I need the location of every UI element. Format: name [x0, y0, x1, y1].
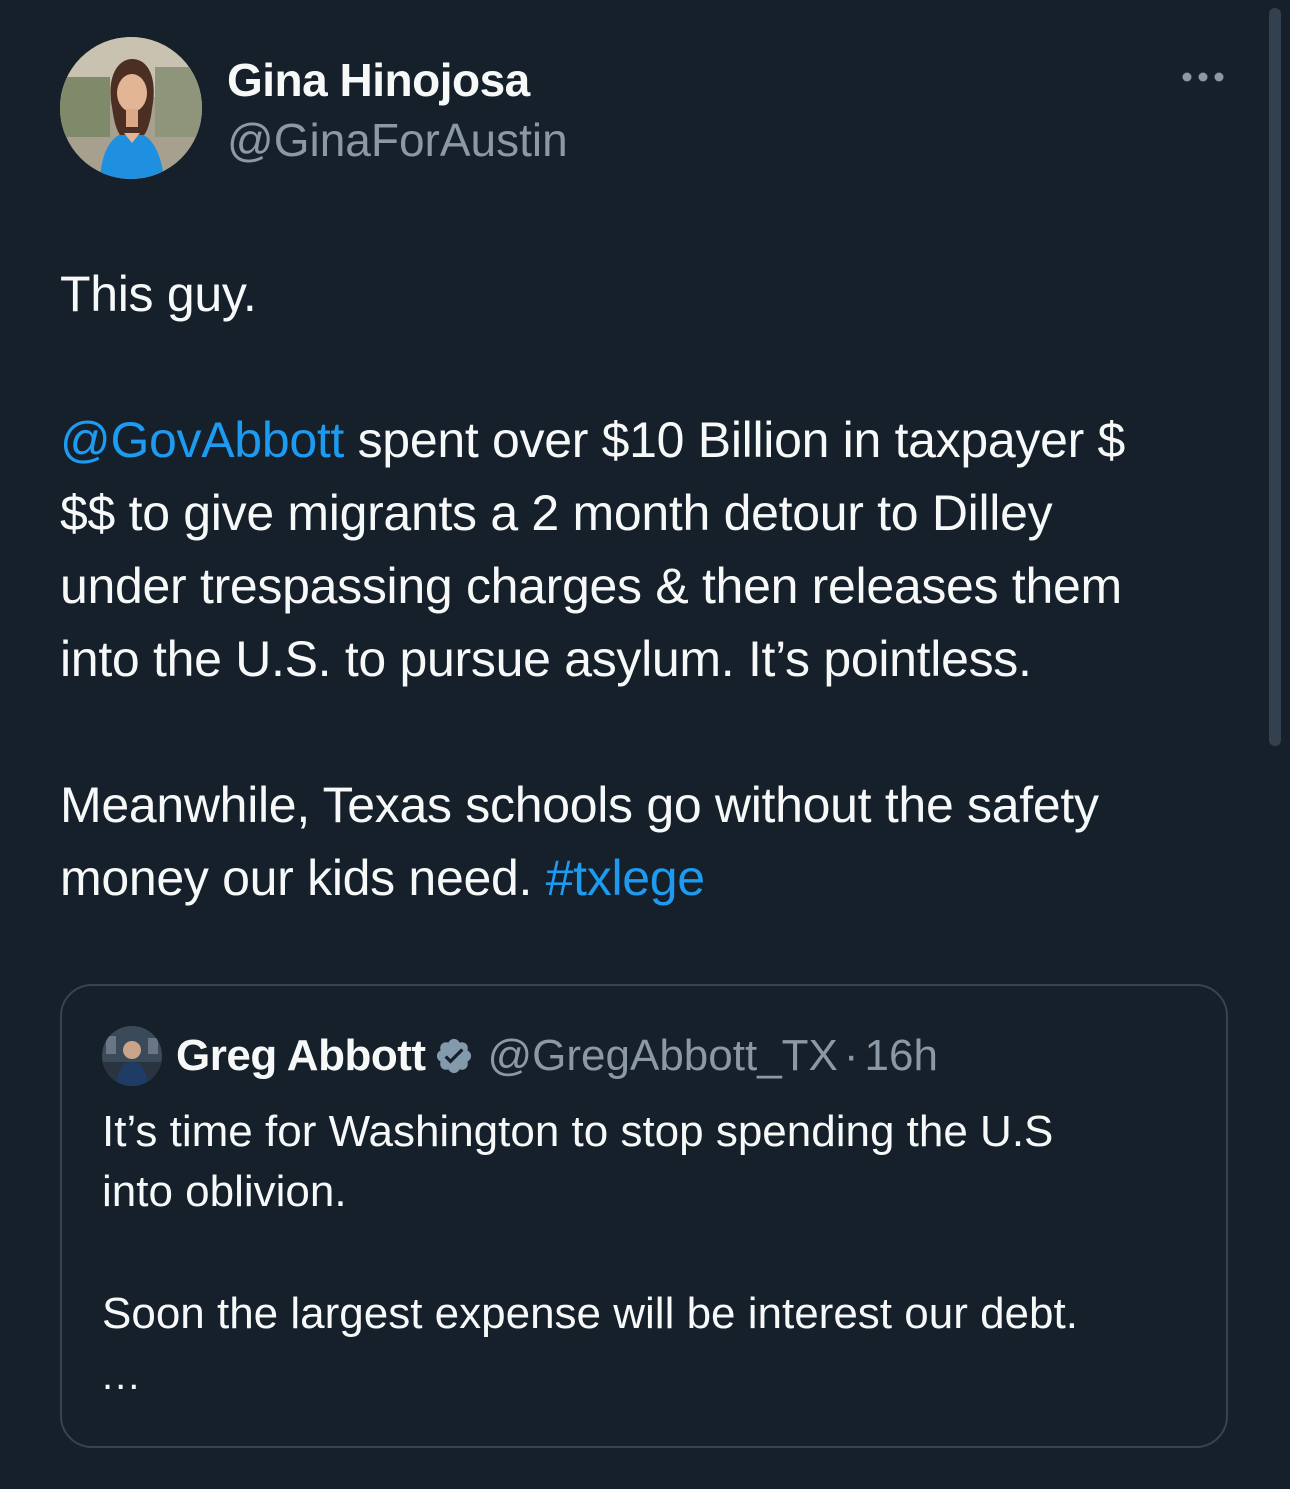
more-horizontal-icon	[1182, 72, 1224, 82]
tweet-line: money our kids need. #txlege	[60, 842, 1250, 915]
author-handle[interactable]: @GinaForAustin	[227, 112, 568, 168]
author-name[interactable]: Gina Hinojosa	[227, 52, 530, 108]
quoted-header: Greg Abbott @GregAbbott_TX · 16h	[176, 1026, 938, 1086]
tweet-line: $$ to give migrants a 2 month detour to …	[60, 485, 1053, 541]
mention-link[interactable]: @GovAbbott	[60, 412, 344, 468]
tweet-line: @GovAbbott spent over $10 Billion in tax…	[60, 404, 1250, 477]
scrollbar[interactable]	[1269, 8, 1281, 746]
tweet-body: This guy. @GovAbbott spent over $10 Bill…	[60, 258, 1250, 915]
truncation-ellipsis: ...	[102, 1354, 142, 1398]
quoted-tweet-body: It’s time for Washington to stop spendin…	[102, 1102, 1202, 1344]
quoted-author-name[interactable]: Greg Abbott	[176, 1031, 426, 1081]
verified-badge-icon	[434, 1036, 474, 1076]
quoted-line: It’s time for Washington to stop spendin…	[102, 1107, 1054, 1156]
tweet-line: Meanwhile, Texas schools go without the …	[60, 777, 1099, 833]
quoted-line: into oblivion.	[102, 1167, 347, 1216]
separator-dot: ·	[843, 1031, 859, 1080]
quoted-profile-photo	[102, 1026, 162, 1086]
tweet-line: into the U.S. to pursue asylum. It’s poi…	[60, 631, 1032, 687]
tweet-line: This guy.	[60, 266, 257, 322]
quoted-line: Soon the largest expense will be interes…	[102, 1289, 1078, 1338]
author-avatar[interactable]	[60, 37, 202, 179]
tweet-text-segment: money our kids need.	[60, 850, 546, 906]
more-options-button[interactable]	[1178, 62, 1228, 92]
profile-photo	[60, 37, 202, 179]
quoted-tweet-card[interactable]: Greg Abbott @GregAbbott_TX · 16h It’s ti…	[60, 984, 1228, 1448]
tweet-line: under trespassing charges & then release…	[60, 558, 1122, 614]
quoted-author-avatar[interactable]	[102, 1026, 162, 1086]
quoted-timestamp[interactable]: 16h	[865, 1031, 938, 1081]
hashtag-link[interactable]: #txlege	[546, 850, 705, 906]
tweet-text-segment: spent over $10 Billion in taxpayer $	[344, 412, 1126, 468]
quoted-author-handle[interactable]: @GregAbbott_TX	[488, 1031, 838, 1081]
